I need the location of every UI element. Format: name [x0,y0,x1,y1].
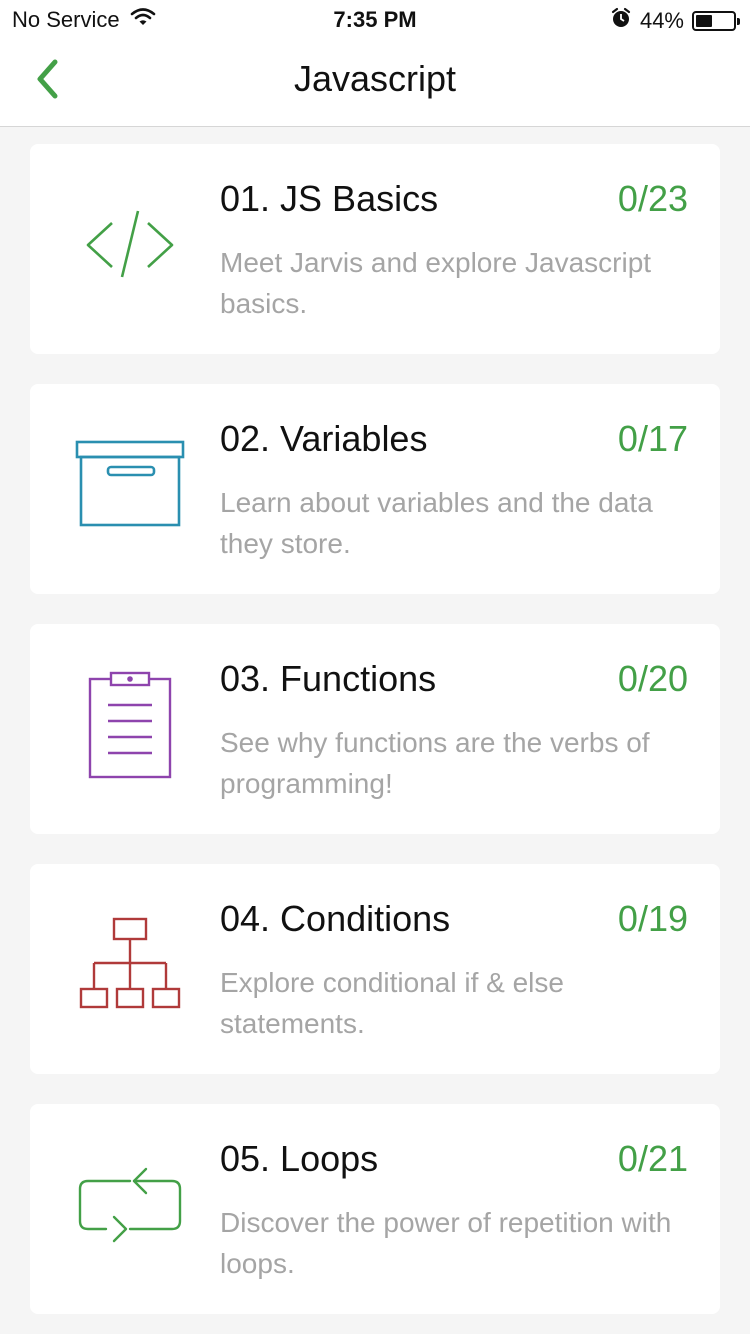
course-progress-count: 0/19 [617,898,688,939]
course-description: Meet Jarvis and explore Javascript basic… [220,247,652,319]
loop-arrows-icon [70,1149,190,1269]
course-title: 04. Conditions [220,898,451,939]
clipboard-icon [70,669,190,789]
alarm-icon [610,7,632,35]
status-bar: No Service 7:35 PM 44% [0,0,750,40]
course-card-variables[interactable]: 02. Variables 0/17 Learn about variables… [30,384,720,594]
hierarchy-tree-icon [70,909,190,1029]
status-right: 44% [610,7,740,35]
battery-icon [692,11,740,31]
course-progress-count: 0/21 [617,1138,688,1179]
course-progress-count: 0/17 [617,418,688,459]
course-progress-count: 0/23 [617,178,688,219]
course-description: Learn about variables and the data they … [220,487,653,559]
course-title: 05. Loops [220,1138,379,1179]
battery-level [696,15,712,27]
course-title: 02. Variables [220,418,428,459]
course-card-conditions[interactable]: 04. Conditions 0/19 Explore conditional … [30,864,720,1074]
course-description: Explore conditional if & else statements… [220,967,564,1039]
course-description: Discover the power of repetition with lo… [220,1207,672,1279]
page-title: Javascript [293,58,457,99]
navigation-bar: Javascript [0,40,750,127]
course-card-js-basics[interactable]: 01. JS Basics 0/23 Meet Jarvis and explo… [30,144,720,354]
course-card-loops[interactable]: 05. Loops 0/21 Discover the power of rep… [30,1104,720,1314]
battery-percent: 44% [639,8,684,33]
course-progress-count: 0/20 [617,658,688,699]
storage-box-icon [70,429,190,549]
course-card-functions[interactable]: 03. Functions 0/20 See why functions are… [30,624,720,834]
course-title: 01. JS Basics [220,178,439,219]
code-brackets-icon [70,189,190,309]
course-title: 03. Functions [220,658,437,699]
course-description: See why functions are the verbs of progr… [220,727,650,799]
